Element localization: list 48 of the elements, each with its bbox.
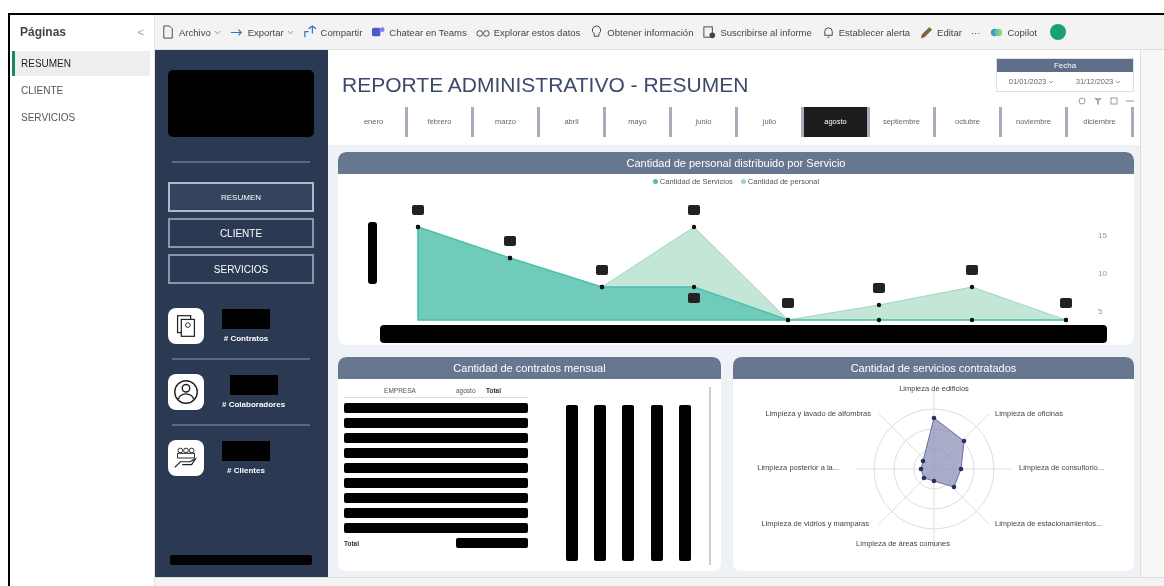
page-item[interactable]: SERVICIOS: [12, 105, 150, 130]
caret-icon: [1115, 79, 1122, 84]
toolbar-button[interactable]: Obtener información: [589, 24, 694, 40]
toolbar-button[interactable]: Compartir: [302, 24, 363, 40]
filter-icon[interactable]: [1094, 97, 1102, 105]
file-icon: [161, 24, 176, 40]
redaction-block: [222, 441, 270, 461]
more-icon[interactable]: [1126, 97, 1134, 105]
axis-tick: 15: [1098, 231, 1107, 240]
pencil-icon: [919, 24, 935, 40]
toolbar-button[interactable]: Archivo: [161, 24, 221, 40]
nav-button[interactable]: RESUMEN: [168, 182, 314, 212]
toolbar-button[interactable]: Explorar estos datos: [475, 24, 581, 40]
report-title: REPORTE ADMINISTRATIVO - RESUMEN: [342, 73, 750, 98]
card-title: Cantidad de servicios contratados: [733, 357, 1134, 379]
toolbar-button[interactable]: Exportar: [229, 24, 294, 40]
page-item[interactable]: CLIENTE: [12, 78, 150, 103]
caret-icon: [213, 29, 221, 35]
nav-button[interactable]: SERVICIOS: [168, 254, 314, 284]
axis-tick: 10: [1098, 269, 1107, 278]
avatar-icon[interactable]: [1050, 24, 1066, 40]
toolbar-button[interactable]: Chatear en Teams: [371, 24, 467, 40]
toolbar-button[interactable]: Suscribirse al informe: [702, 24, 812, 40]
share-icon: [302, 24, 318, 40]
card-title: Cantidad de contratos mensual: [338, 357, 721, 379]
caret-icon: [286, 29, 294, 35]
toolbar-button[interactable]: Establecer alerta: [820, 24, 911, 40]
kpi-label: # Clientes: [227, 466, 265, 475]
subscribe-icon: [702, 24, 718, 40]
axis-tick: 5: [1098, 307, 1103, 316]
pane-title: Páginas: [20, 25, 67, 39]
filter-pane-strip[interactable]: [1140, 50, 1163, 577]
page-item[interactable]: RESUMEN: [12, 51, 150, 76]
redaction-block: [229, 375, 278, 395]
redaction-block: [222, 309, 270, 329]
caret-icon: [1048, 79, 1055, 84]
chart-title: Cantidad de personal distribuido por Servicio: [338, 152, 1134, 174]
toolbar-button[interactable]: ···: [970, 26, 981, 38]
nav-button[interactable]: CLIENTE: [168, 218, 314, 248]
kpi-label: # Contratos: [223, 334, 269, 343]
kpi-label: # Colaboradores: [222, 400, 286, 409]
toolbar-button[interactable]: Editar: [919, 24, 962, 40]
focus-icon[interactable]: [1110, 97, 1118, 105]
redaction-block: [456, 538, 528, 548]
redaction-block: [368, 222, 377, 284]
pin-icon[interactable]: [1078, 97, 1086, 105]
toolbar-button[interactable]: Copilot: [989, 24, 1037, 40]
slicer-title: Fecha: [997, 59, 1133, 72]
